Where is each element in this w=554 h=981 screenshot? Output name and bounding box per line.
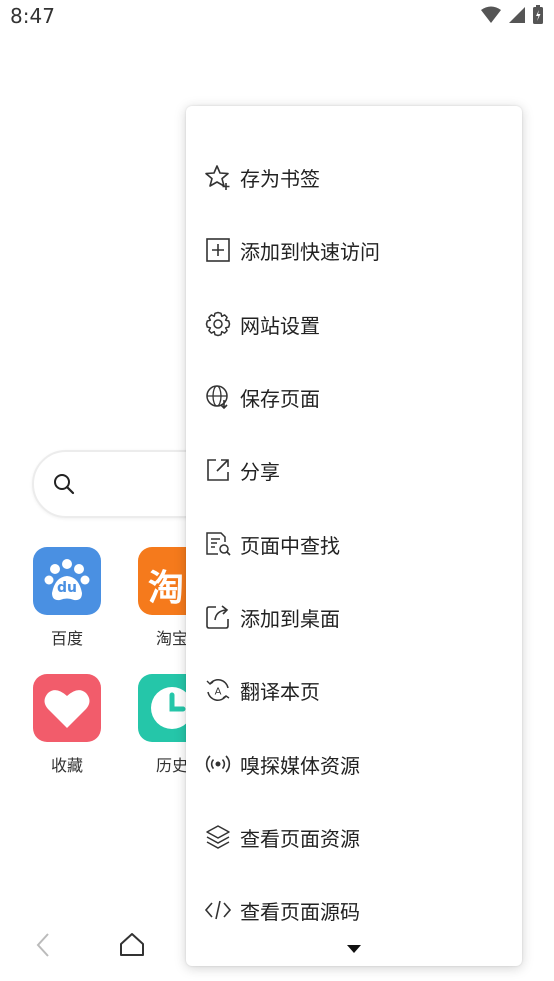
shortcut-baidu[interactable]: du 百度 <box>32 547 102 649</box>
menu-item-share[interactable]: 分享 <box>186 442 522 498</box>
menu-item-label: 翻译本页 <box>240 679 320 704</box>
signal-icon <box>509 7 525 23</box>
menu-item-label: 页面中查找 <box>240 533 340 558</box>
menu-item-label: 添加到快速访问 <box>240 239 380 264</box>
code-icon <box>204 896 232 924</box>
search-icon <box>54 474 75 495</box>
home-icon[interactable] <box>118 930 146 958</box>
star-add-icon <box>204 163 232 191</box>
layers-icon <box>204 823 232 851</box>
share-icon <box>204 456 232 484</box>
menu-item-translate[interactable]: A 翻译本页 <box>186 662 522 718</box>
shortcut-label: 收藏 <box>50 756 83 775</box>
triangle-down-icon[interactable] <box>346 944 362 954</box>
baidu-glyph: du <box>57 580 77 596</box>
status-icons <box>480 5 544 25</box>
menu-item-bookmark[interactable]: 存为书签 <box>186 149 522 205</box>
sniff-media-icon <box>204 750 232 778</box>
menu-item-label: 分享 <box>240 459 280 484</box>
heart-icon <box>33 674 101 742</box>
battery-charging-icon <box>533 5 543 24</box>
svg-text:A: A <box>215 687 222 698</box>
shortcut-label: 百度 <box>50 629 83 648</box>
menu-item-label: 嗅探媒体资源 <box>240 753 360 778</box>
menu-item-save-page[interactable]: 保存页面 <box>186 369 522 425</box>
taobao-glyph: 淘 <box>148 568 185 609</box>
baidu-icon: du <box>33 547 101 615</box>
menu-item-site-settings[interactable]: 网站设置 <box>186 296 522 352</box>
menu-item-label: 保存页面 <box>240 386 320 411</box>
menu-item-sniff-media[interactable]: 嗅探媒体资源 <box>186 736 522 792</box>
globe-download-icon <box>204 383 232 411</box>
overflow-menu: 存为书签 添加到快速访问 网站设置 保存页面 分享 页面中查找 添加到桌面 A … <box>186 106 522 966</box>
menu-item-find-in-page[interactable]: 页面中查找 <box>186 516 522 572</box>
menu-item-label: 查看页面源码 <box>240 899 360 924</box>
menu-item-add-to-desktop[interactable]: 添加到桌面 <box>186 589 522 645</box>
menu-item-label: 网站设置 <box>240 313 320 338</box>
status-bar: 8:47 <box>0 0 554 34</box>
wifi-icon <box>481 6 501 23</box>
menu-item-page-resources[interactable]: 查看页面资源 <box>186 809 522 865</box>
menu-item-quick-access[interactable]: 添加到快速访问 <box>186 222 522 278</box>
menu-item-label: 查看页面资源 <box>240 826 360 851</box>
add-to-desktop-icon <box>204 603 232 631</box>
plus-square-icon <box>204 236 232 264</box>
translate-icon: A <box>204 676 232 704</box>
gear-icon <box>204 310 232 338</box>
shortcut-favorites[interactable]: 收藏 <box>32 674 102 776</box>
menu-item-page-source[interactable]: 查看页面源码 <box>186 882 522 938</box>
back-icon[interactable] <box>34 932 52 958</box>
menu-item-label: 存为书签 <box>240 166 320 191</box>
menu-item-label: 添加到桌面 <box>240 606 340 631</box>
status-time: 8:47 <box>10 4 55 28</box>
find-in-page-icon <box>204 530 232 558</box>
